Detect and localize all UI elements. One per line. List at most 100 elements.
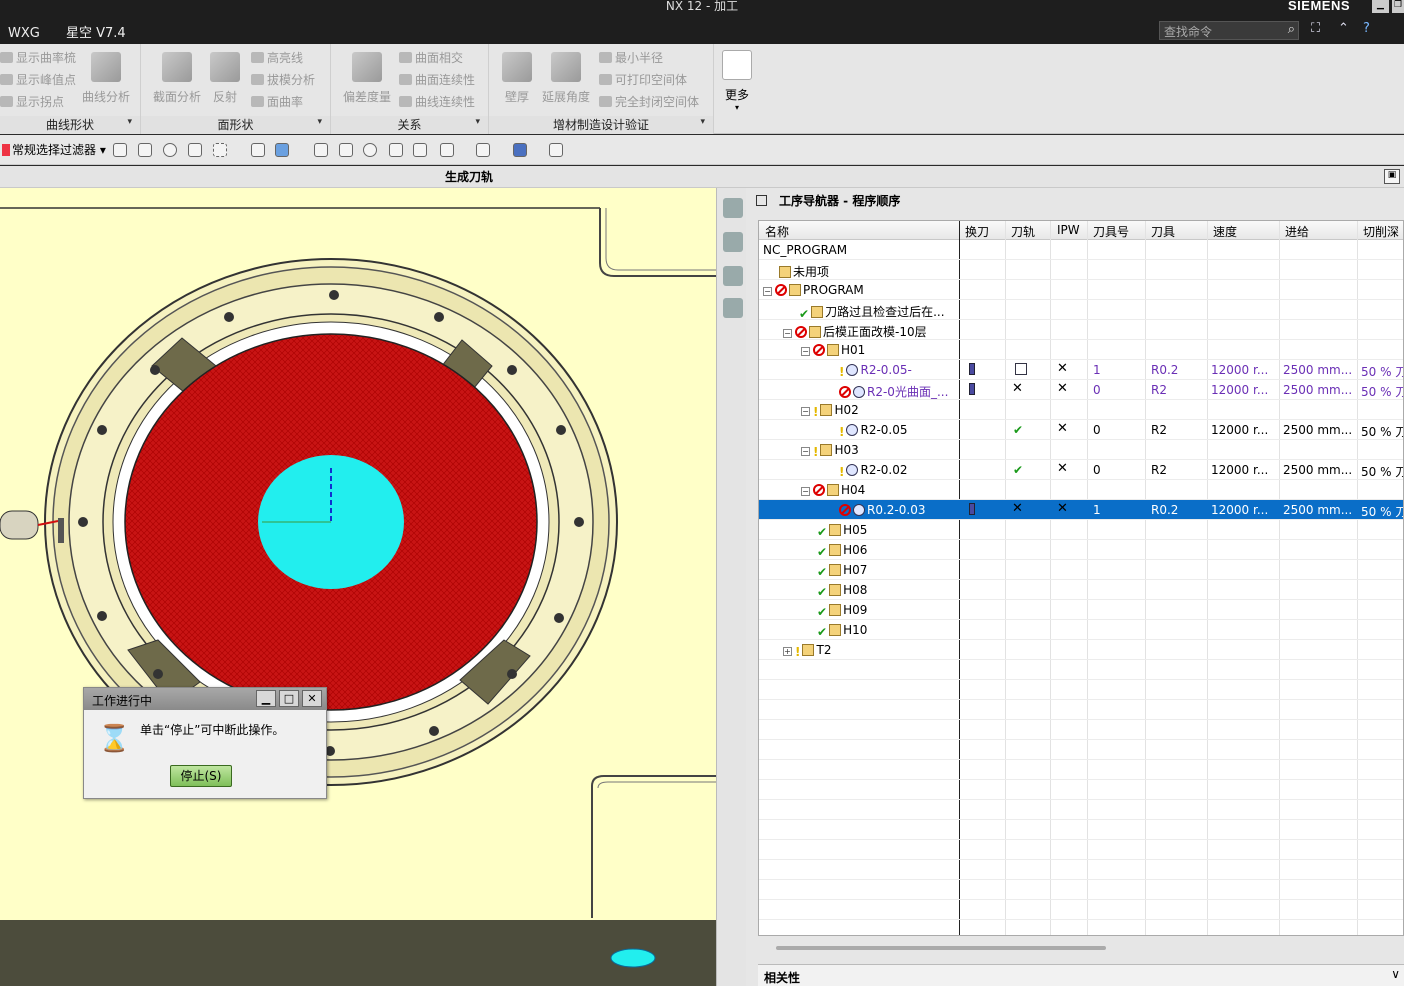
rotate-icon[interactable] xyxy=(363,143,377,157)
menu-xingkong[interactable]: 星空 V7.4 xyxy=(66,26,126,41)
select-multi-icon[interactable] xyxy=(188,143,202,157)
orient-view-icon[interactable] xyxy=(440,143,454,157)
table-row-selected[interactable]: R0.2-0.03 ✕ ✕ 1 R0.2 12000 r... 2500 mm.… xyxy=(759,500,1403,520)
select-feature-icon[interactable] xyxy=(138,143,152,157)
collapse-icon[interactable]: − xyxy=(801,487,810,496)
table-row[interactable]: 未用项 xyxy=(759,260,1403,280)
dialog-close-button[interactable]: ✕ xyxy=(302,690,322,707)
table-row[interactable]: +! T2 xyxy=(759,640,1403,660)
machine-tab-icon[interactable] xyxy=(723,232,743,252)
table-row[interactable]: − H04 xyxy=(759,480,1403,500)
graphics-viewport[interactable] xyxy=(0,188,716,986)
expand-icon[interactable]: + xyxy=(783,647,792,656)
collapse-icon[interactable]: − xyxy=(763,287,772,296)
overhang-angle-button[interactable]: 延展角度 xyxy=(539,52,593,105)
rectangle-select-icon[interactable] xyxy=(213,143,227,157)
fullscreen-icon[interactable]: ⛶ xyxy=(1311,21,1320,36)
highlight-lines[interactable]: 高亮线 xyxy=(251,49,303,66)
navigator-tab-icon[interactable] xyxy=(723,198,743,218)
draft-analysis[interactable]: 拔模分析 xyxy=(251,71,315,88)
operation-table[interactable]: 名称 换刀 刀轨 IPW 刀具号 刀具 速度 进给 切削深 NC_PROGRAM… xyxy=(758,220,1404,936)
select-tool-icon[interactable] xyxy=(113,143,127,157)
table-row[interactable]: ✔ H08 xyxy=(759,580,1403,600)
restore-button[interactable]: ❐ xyxy=(1392,0,1404,13)
table-row[interactable]: − 后模正面改模-10层 xyxy=(759,320,1403,340)
section-analysis-button[interactable]: 截面分析 xyxy=(149,52,205,105)
table-row[interactable]: ✔ H05 xyxy=(759,520,1403,540)
min-radius[interactable]: 最小半径 xyxy=(599,49,663,66)
show-peak-points[interactable]: 显示峰值点 xyxy=(0,71,76,88)
printable-volume[interactable]: 可打印空间体 xyxy=(599,71,687,88)
layer-icon[interactable] xyxy=(413,143,427,157)
cube-view-icon[interactable] xyxy=(513,143,527,157)
menu-wxg[interactable]: WXG xyxy=(8,26,40,41)
show-curvature-comb[interactable]: 显示曲率梳 xyxy=(0,49,76,66)
dialog-minimize-button[interactable]: ▁ xyxy=(256,690,276,707)
fit-view-icon[interactable] xyxy=(314,143,328,157)
enclosed-volume[interactable]: 完全封闭空间体 xyxy=(599,93,699,110)
table-row[interactable]: ✔ H10 xyxy=(759,620,1403,640)
table-row[interactable]: R2-0光曲面_... ✕ ✕ 0 R2 12000 r... 2500 mm.… xyxy=(759,380,1403,400)
col-cut-depth[interactable]: 切削深 xyxy=(1363,223,1399,240)
navigator-checkbox[interactable] xyxy=(756,195,767,206)
collapse-icon[interactable]: − xyxy=(801,407,810,416)
pan-icon[interactable] xyxy=(389,143,403,157)
col-feed[interactable]: 进给 xyxy=(1285,223,1309,240)
col-tool[interactable]: 刀具 xyxy=(1151,223,1175,240)
dialog-maximize-button[interactable]: □ xyxy=(279,690,299,707)
selection-toolbar: 常规选择过滤器 ▾ xyxy=(0,135,1404,165)
view-box-icon[interactable] xyxy=(251,143,265,157)
more-button[interactable]: 更多 ▾ xyxy=(718,50,756,112)
show-hide-icon[interactable] xyxy=(549,143,563,157)
table-row[interactable]: ! R2-0.02 ✔ ✕ 0 R2 12000 r... 2500 mm... … xyxy=(759,460,1403,480)
col-name[interactable]: 名称 xyxy=(765,223,789,240)
zoom-icon[interactable] xyxy=(339,143,353,157)
table-row[interactable]: NC_PROGRAM xyxy=(759,240,1403,260)
curvature-icon xyxy=(251,96,264,107)
command-search-input[interactable]: 查找命令 ⌕ xyxy=(1159,21,1299,40)
curve-analysis-button[interactable]: 曲线分析 xyxy=(80,52,132,105)
collapse-chevron-icon[interactable]: ∨ xyxy=(1391,967,1400,981)
col-tool-number[interactable]: 刀具号 xyxy=(1093,223,1129,240)
render-style-icon[interactable] xyxy=(476,143,490,157)
surface-continuity[interactable]: 曲面连续性 xyxy=(399,71,475,88)
face-curvature[interactable]: 面曲率 xyxy=(251,93,303,110)
col-toolpath[interactable]: 刀轨 xyxy=(1011,223,1035,240)
minimize-button[interactable]: ▁ xyxy=(1372,0,1389,13)
table-row[interactable]: ✔ H09 xyxy=(759,600,1403,620)
table-row[interactable]: ! R2-0.05- ✕ 1 R0.2 12000 r... 2500 mm...… xyxy=(759,360,1403,380)
stop-button[interactable]: 停止(S) xyxy=(170,765,232,787)
horizontal-scrollbar[interactable] xyxy=(776,946,1106,950)
panel-toggle-icon[interactable]: ▣ xyxy=(1384,169,1400,184)
table-row[interactable]: ✔ H07 xyxy=(759,560,1403,580)
deviation-gauge-button[interactable]: 偏差度量 xyxy=(339,52,395,105)
col-tool-change[interactable]: 换刀 xyxy=(965,223,989,240)
relevance-panel[interactable]: 相关性 ∨ xyxy=(758,964,1404,986)
geometry-tab-icon[interactable] xyxy=(723,266,743,286)
shaded-icon[interactable] xyxy=(275,143,289,157)
table-row[interactable]: − H01 xyxy=(759,340,1403,360)
method-tab-icon[interactable] xyxy=(723,298,743,318)
curve-continuity-icon xyxy=(399,96,412,107)
collapse-icon[interactable]: − xyxy=(801,447,810,456)
collapse-icon[interactable]: − xyxy=(783,329,792,338)
reflection-button[interactable]: 反射 xyxy=(207,52,243,105)
curve-continuity[interactable]: 曲线连续性 xyxy=(399,93,475,110)
col-speed[interactable]: 速度 xyxy=(1213,223,1237,240)
show-inflection-points[interactable]: 显示拐点 xyxy=(0,93,64,110)
table-row[interactable]: ✔ H06 xyxy=(759,540,1403,560)
type-filter-dropdown[interactable]: 常规选择过滤器 ▾ xyxy=(2,141,106,158)
col-ipw[interactable]: IPW xyxy=(1057,223,1080,237)
surface-intersection[interactable]: 曲面相交 xyxy=(399,49,463,66)
collapse-ribbon-icon[interactable]: ⌃ xyxy=(1338,21,1349,36)
table-row[interactable]: −! H03 xyxy=(759,440,1403,460)
table-row[interactable]: −! H02 xyxy=(759,400,1403,420)
search-icon[interactable]: ⌕ xyxy=(1288,22,1295,37)
collapse-icon[interactable]: − xyxy=(801,347,810,356)
help-icon[interactable]: ? xyxy=(1363,21,1370,36)
table-row[interactable]: ! R2-0.05 ✔ ✕ 0 R2 12000 r... 2500 mm... … xyxy=(759,420,1403,440)
wall-thickness-button[interactable]: 壁厚 xyxy=(499,52,535,105)
table-row[interactable]: ✔ 刀路过且检查过后在... xyxy=(759,300,1403,320)
table-row[interactable]: − PROGRAM xyxy=(759,280,1403,300)
snap-point-icon[interactable] xyxy=(163,143,177,157)
